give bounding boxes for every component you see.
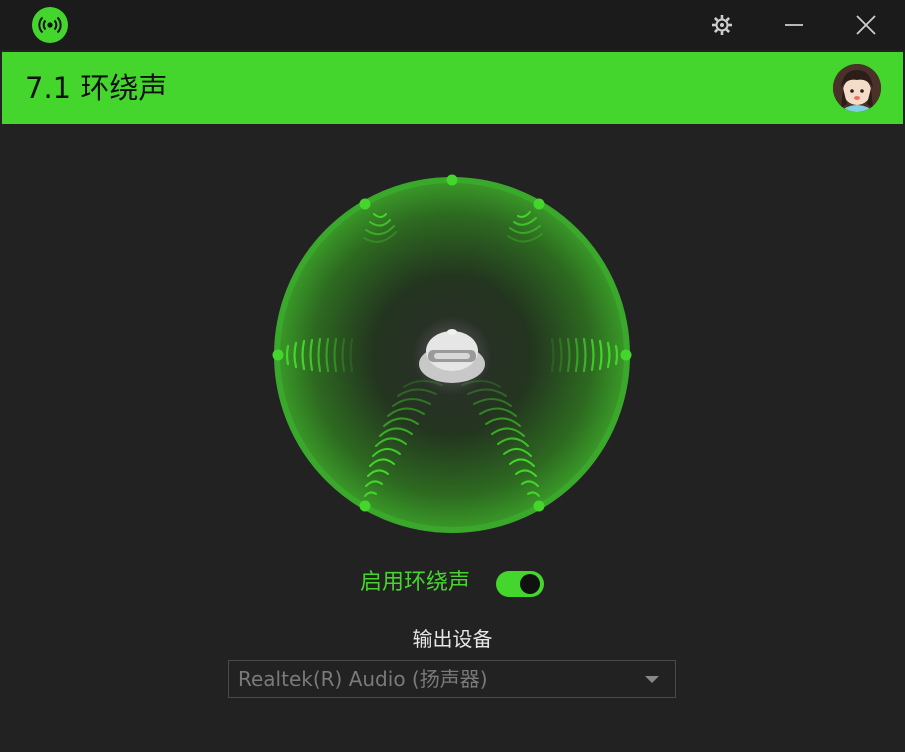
settings-button[interactable]	[705, 8, 739, 42]
app-window: 7.1 环绕声 启用环绕声 输出设备 Realtek(R) Audio (扬声器…	[0, 0, 905, 752]
minimize-button[interactable]	[777, 8, 811, 42]
chevron-down-icon	[645, 676, 659, 683]
speaker-rear-left-dot[interactable]	[359, 500, 371, 512]
output-device-label: 输出设备	[412, 627, 493, 651]
minimize-icon	[785, 24, 803, 26]
gear-icon	[712, 15, 732, 35]
enable-surround-toggle[interactable]	[496, 571, 544, 597]
page-title: 7.1 环绕声	[25, 71, 168, 105]
output-device-select[interactable]: Realtek(R) Audio (扬声器)	[228, 660, 676, 698]
user-avatar-image	[833, 64, 881, 112]
surround-toggle-row: 启用环绕声	[0, 566, 905, 600]
headphones-listener-icon	[412, 316, 492, 396]
page-header: 7.1 环绕声	[2, 52, 903, 124]
broadcast-icon	[32, 7, 68, 43]
output-device-value: Realtek(R) Audio (扬声器)	[238, 667, 488, 691]
speaker-side-left-dot[interactable]	[272, 349, 284, 361]
close-button[interactable]	[849, 8, 883, 42]
speaker-rear-right-dot[interactable]	[533, 500, 545, 512]
title-bar	[0, 0, 905, 50]
surround-sound-visualizer	[272, 174, 632, 533]
enable-surround-label: 启用环绕声	[360, 570, 471, 595]
toggle-knob	[520, 574, 540, 594]
speaker-front-right-dot[interactable]	[533, 198, 545, 210]
speaker-front-left-dot[interactable]	[359, 198, 371, 210]
speaker-center-dot[interactable]	[446, 174, 458, 186]
avatar[interactable]	[833, 64, 881, 112]
close-icon	[856, 15, 876, 35]
speaker-side-right-dot[interactable]	[620, 349, 632, 361]
